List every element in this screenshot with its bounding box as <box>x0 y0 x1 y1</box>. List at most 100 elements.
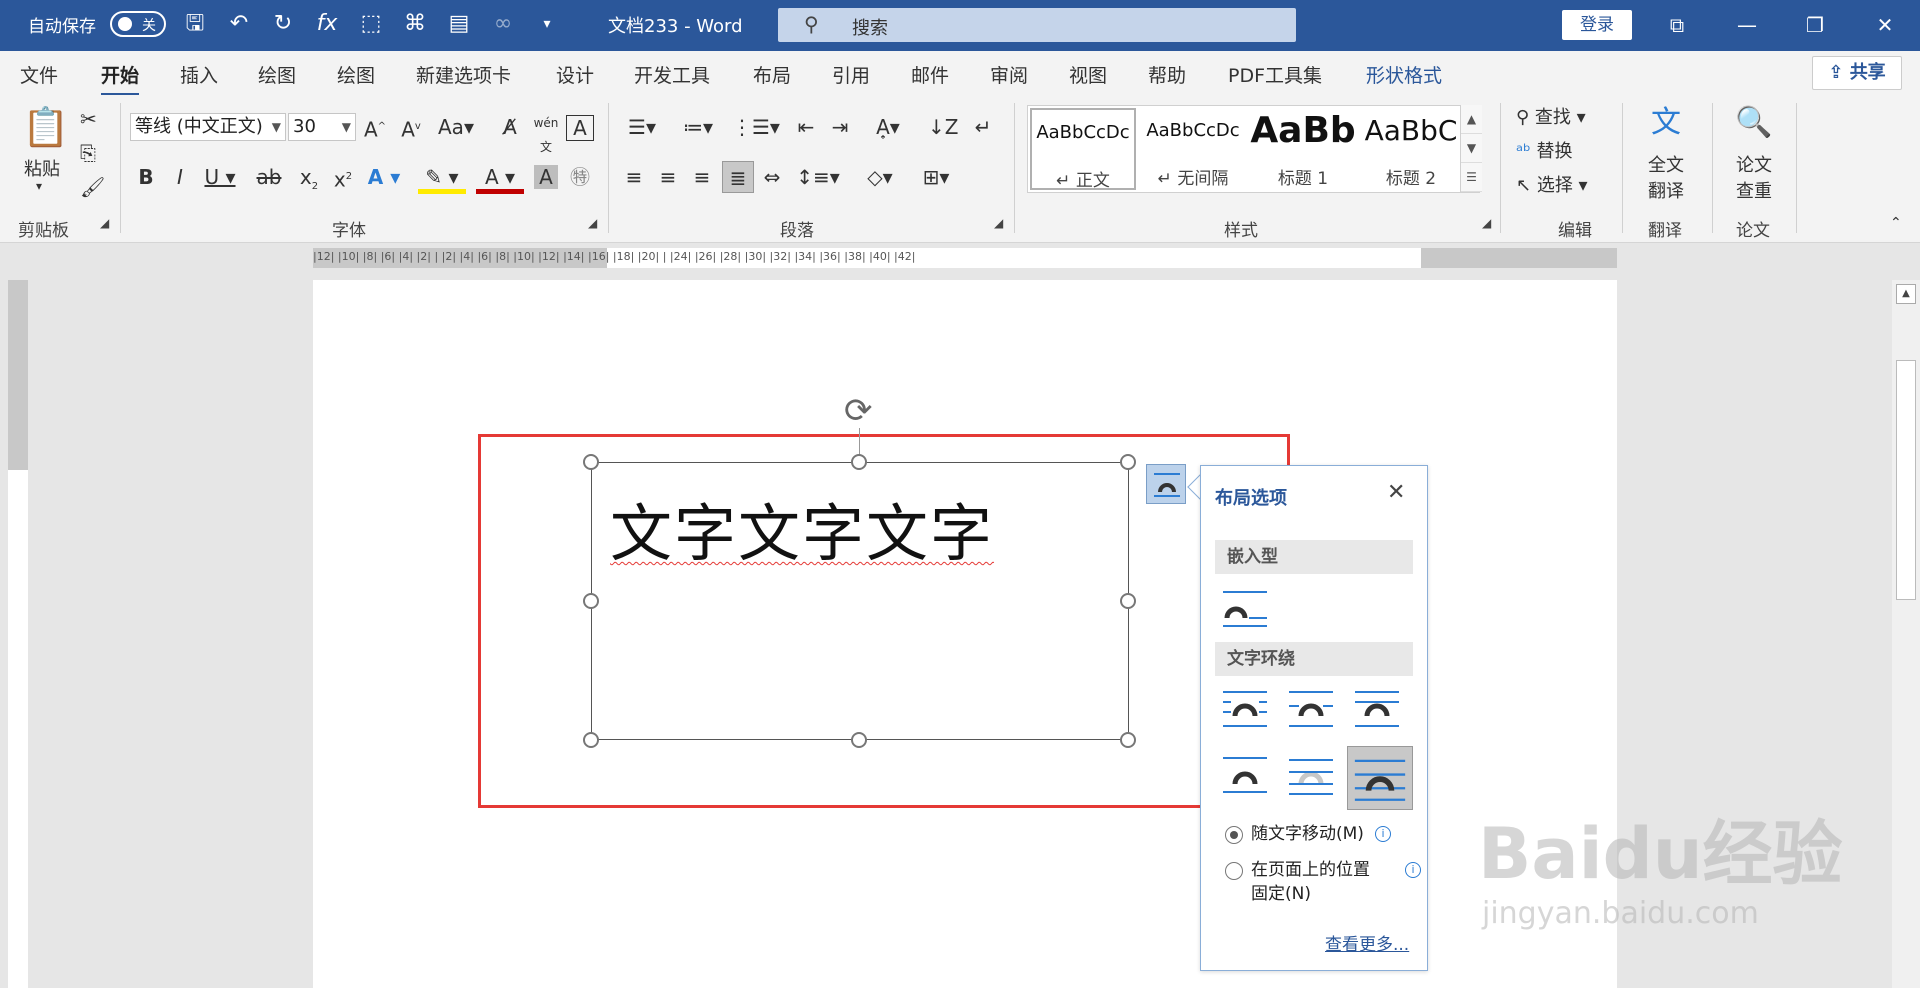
text-direction-icon[interactable]: A͎▾ <box>866 115 910 139</box>
tab-developer[interactable]: 开发工具 <box>634 61 710 88</box>
bold-icon[interactable]: B <box>134 165 158 189</box>
resize-handle-b[interactable] <box>851 732 867 748</box>
info-icon[interactable]: i <box>1375 826 1391 842</box>
cut-icon[interactable]: ✂ <box>80 107 97 131</box>
chevron-up-icon[interactable]: ▲ <box>1461 105 1482 134</box>
sort-icon[interactable]: ↓Z <box>928 115 958 139</box>
minimize-icon[interactable]: — <box>1732 10 1762 40</box>
move-with-text-label[interactable]: 随文字移动(M) <box>1251 822 1364 846</box>
wrap-tight-option[interactable] <box>1283 682 1339 736</box>
shading-icon[interactable]: ◇▾ <box>858 165 902 189</box>
grow-font-icon[interactable]: A^ <box>362 115 388 142</box>
save-icon[interactable]: 🖫 <box>182 10 208 38</box>
resize-handle-tr[interactable] <box>1120 454 1136 470</box>
clipboard-launcher-icon[interactable]: ◢ <box>100 216 109 230</box>
styles-launcher-icon[interactable]: ◢ <box>1482 216 1491 230</box>
rotate-handle-icon[interactable]: ⟳ <box>844 394 873 428</box>
info-icon[interactable]: i <box>1405 862 1421 878</box>
tab-new[interactable]: 新建选项卡 <box>416 61 511 88</box>
chevron-down-icon[interactable]: ▼ <box>1461 134 1482 163</box>
autosave-toggle[interactable]: 关 <box>110 11 166 37</box>
borders-icon[interactable]: ⊞▾ <box>914 165 958 189</box>
tab-design[interactable]: 设计 <box>556 61 594 88</box>
wrap-top-bottom-option[interactable] <box>1217 748 1273 802</box>
bullets-icon[interactable]: ☰▾ <box>620 115 664 139</box>
select-object-icon[interactable]: ⬚ <box>358 10 384 38</box>
clear-formatting-icon[interactable]: A̸ <box>496 115 524 139</box>
multilevel-list-icon[interactable]: ⋮☰▾ <box>732 115 780 139</box>
replace-button[interactable]: ᵃᵇ 替换 <box>1516 137 1573 163</box>
font-name-combo[interactable]: 等线 (中文正文) ▼ <box>130 113 286 141</box>
decrease-indent-icon[interactable]: ⇤ <box>792 115 820 139</box>
justify-icon[interactable]: ≣ <box>722 161 754 193</box>
fix-position-radio[interactable] <box>1225 862 1243 880</box>
wrap-through-option[interactable] <box>1349 682 1405 736</box>
customize-qat-icon[interactable]: ▾ <box>534 10 560 38</box>
tab-file[interactable]: 文件 <box>20 61 58 88</box>
show-marks-icon[interactable]: ↵ <box>968 115 998 139</box>
document-icon[interactable]: ▤ <box>446 10 472 38</box>
font-launcher-icon[interactable]: ◢ <box>588 216 597 230</box>
translate-icon[interactable]: 文 <box>1644 103 1688 143</box>
shrink-font-icon[interactable]: Av <box>398 115 424 142</box>
tab-home[interactable]: 开始 <box>101 61 140 96</box>
vertical-scrollbar[interactable]: ▲ <box>1892 280 1920 988</box>
horizontal-ruler[interactable]: |12| |10| |8| |6| |4| |2| | |2| |4| |6| … <box>313 248 1617 268</box>
close-window-icon[interactable]: ✕ <box>1870 10 1900 40</box>
underline-icon[interactable]: U ▾ <box>200 165 240 189</box>
resize-handle-r[interactable] <box>1120 593 1136 609</box>
org-chart-icon[interactable]: ⌘ <box>402 10 428 38</box>
resize-handle-t[interactable] <box>851 454 867 470</box>
text-effects-icon[interactable]: A ▾ <box>364 165 404 189</box>
fix-position-label-1[interactable]: 在页面上的位置 <box>1251 858 1370 882</box>
font-color-icon[interactable]: A ▾ <box>476 165 524 194</box>
tab-insert[interactable]: 插入 <box>180 61 218 88</box>
close-icon[interactable]: ✕ <box>1387 480 1405 505</box>
translate-label-1[interactable]: 全文 <box>1648 151 1684 177</box>
increase-indent-icon[interactable]: ⇥ <box>826 115 854 139</box>
resize-handle-l[interactable] <box>583 593 599 609</box>
function-icon[interactable]: fx <box>314 10 340 38</box>
paste-icon[interactable]: 📋 <box>22 105 69 149</box>
line-spacing-icon[interactable]: ↕≡▾ <box>796 165 840 189</box>
paste-dropdown-icon[interactable]: ▾ <box>36 179 42 193</box>
ribbon-display-icon[interactable]: ⧉ <box>1662 10 1692 40</box>
distributed-icon[interactable]: ⇔ <box>758 165 786 189</box>
tab-layout[interactable]: 布局 <box>753 61 791 88</box>
style-heading-1[interactable]: AaBb 标题 1 <box>1250 108 1356 190</box>
paste-button[interactable]: 粘贴 <box>24 155 60 181</box>
undo-icon[interactable]: ↶ <box>226 10 252 38</box>
wrap-behind-text-option[interactable] <box>1283 748 1339 802</box>
change-case-icon[interactable]: Aa▾ <box>436 115 476 139</box>
layout-options-button[interactable] <box>1146 464 1186 504</box>
italic-icon[interactable]: I <box>168 165 192 189</box>
tab-view[interactable]: 视图 <box>1069 61 1107 88</box>
style-heading-2[interactable]: AaBbC 标题 2 <box>1358 108 1464 190</box>
fix-position-label-2[interactable]: 固定(N) <box>1251 882 1311 906</box>
highlight-icon[interactable]: ✎ ▾ <box>418 165 466 194</box>
paper-check-icon[interactable]: 🔍 <box>1732 103 1776 143</box>
scroll-up-icon[interactable]: ▲ <box>1896 284 1916 304</box>
tab-draw[interactable]: 绘图 <box>258 61 296 88</box>
resize-handle-bl[interactable] <box>583 732 599 748</box>
restore-icon[interactable]: ❐ <box>1800 10 1830 40</box>
tab-shape-format[interactable]: 形状格式 <box>1366 61 1442 88</box>
tab-review[interactable]: 审阅 <box>990 61 1028 88</box>
resize-handle-br[interactable] <box>1120 732 1136 748</box>
text-box-content[interactable]: 文字文字文字 <box>610 483 994 573</box>
tab-references[interactable]: 引用 <box>832 61 870 88</box>
wrap-square-option[interactable] <box>1217 682 1273 736</box>
style-normal[interactable]: AaBbCcDc ↵ 正文 <box>1030 108 1136 191</box>
style-no-spacing[interactable]: AaBbCcDc ↵ 无间隔 <box>1140 108 1246 190</box>
character-shading-icon[interactable]: A <box>534 165 558 189</box>
paper-label-2[interactable]: 查重 <box>1736 177 1772 203</box>
share-button[interactable]: ⇪ 共享 <box>1812 56 1902 90</box>
text-box-shape[interactable]: 文字文字文字 <box>591 462 1129 740</box>
collapse-ribbon-icon[interactable]: ⌃ <box>1890 215 1902 231</box>
paragraph-launcher-icon[interactable]: ◢ <box>994 216 1003 230</box>
vertical-ruler[interactable] <box>8 280 28 988</box>
resize-handle-tl[interactable] <box>583 454 599 470</box>
format-painter-icon[interactable]: 🖌 <box>80 175 105 199</box>
align-right-icon[interactable]: ≡ <box>688 165 716 189</box>
align-left-icon[interactable]: ≡ <box>620 165 648 189</box>
